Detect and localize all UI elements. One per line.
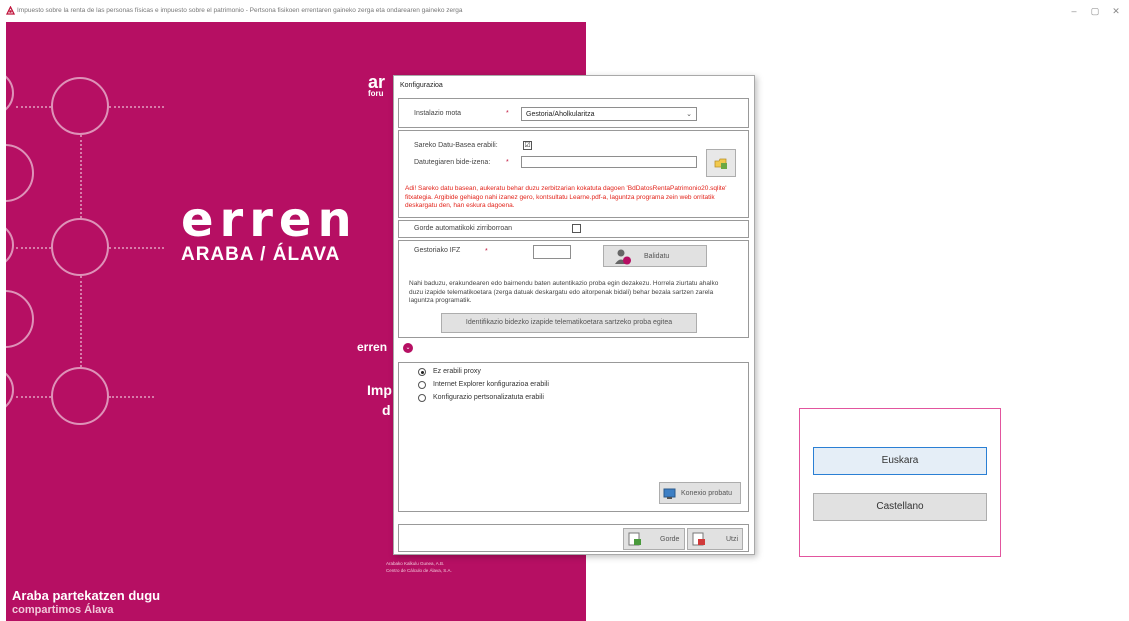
shared-db-warning: Adi! Sareko datu basean, aukeratu behar … [405,185,727,209]
logo-fragment-sub: foru [368,89,384,98]
shared-db-label: Sareko Datu-Basea erabili: [414,142,498,149]
chevron-down-icon: ⌄ [686,111,692,118]
dotted-connector [80,135,82,218]
folder-db-icon [714,158,727,169]
configuration-dialog: Konfigurazioa Instalazio mota * Gestoria… [393,75,755,555]
user-check-icon [615,249,631,265]
autosave-label: Gorde automatikoki zirriborroan [414,225,513,232]
db-path-input[interactable] [521,156,697,168]
logo-fragment: erren [357,340,388,354]
autosave-section: Gorde automatikoki zirriborroan [398,220,749,238]
credits-line: Arabako Kalkulu Gunea, A.B. [386,561,445,566]
dotted-connector [16,396,51,398]
cancel-button-label: Utzi [726,536,739,543]
test-access-button[interactable]: Identifikazio bidezko izapide telematiko… [441,313,697,333]
cancel-button[interactable]: Utzi [687,528,743,550]
dotted-connector [16,247,51,249]
autosave-checkbox[interactable] [572,224,581,233]
dotted-connector [109,106,164,108]
test-connection-label: Konexio probatu [681,490,732,497]
shared-database-section: Sareko Datu-Basea erabili: ☑ Datutegiare… [398,130,749,218]
window-titlebar: Impuesto sobre la renta de las personas … [0,0,1129,22]
install-type-label: Instalazio mota [414,110,462,117]
network-ring-graphic [6,367,14,413]
errenta-logo: erren [181,192,358,248]
gestoria-ifz-label: Gestoriako IFZ [414,247,461,254]
required-mark: * [506,159,509,166]
network-ring-graphic [51,77,109,135]
db-path-label: Datutegiaren bide-izena: [414,159,491,166]
required-mark: * [506,110,509,117]
proxy-section: Ez erabili proxy Internet Explorer konfi… [398,362,749,512]
validate-button[interactable]: Balidatu [603,245,707,267]
proxy-option-label: Konfigurazio pertsonalizatuta erabili [433,394,544,401]
auth-paragraph: Nahi baduzu, erakundearen edo bairnendu … [409,280,719,304]
maximize-button[interactable]: ▢ [1085,4,1105,18]
dotted-connector [16,106,51,108]
required-mark: * [485,248,488,255]
minimize-button[interactable]: – [1064,4,1084,18]
language-panel: Euskara Castellano [799,408,1001,557]
cancel-icon [692,532,705,546]
close-button[interactable]: ✕ [1106,4,1126,18]
chevron-down-icon[interactable]: ⌄ [403,343,413,353]
network-ring-graphic [51,367,109,425]
network-ring-graphic [6,70,14,116]
save-icon [628,532,641,546]
tagline-spanish: compartimos Álava [12,604,114,616]
proxy-option-label: Internet Explorer konfigurazioa erabili [433,381,549,388]
shared-db-checkbox[interactable]: ☑ [523,141,532,150]
app-logo-icon [6,6,15,15]
install-type-value: Gestoria/Aholkularitza [526,111,595,118]
proxy-radio-ie[interactable] [418,381,426,389]
proxy-option-label: Ez erabili proxy [433,368,481,375]
network-ring-graphic [6,290,34,348]
validate-button-label: Balidatu [644,253,670,260]
region-label: ARABA / ÁLAVA [181,244,341,265]
save-button-label: Gorde [660,536,680,543]
heading-fragment: Imp [367,382,392,398]
install-type-select[interactable]: Gestoria/Aholkularitza ⌄ [521,107,697,121]
save-button[interactable]: Gorde [623,528,685,550]
dotted-connector [109,247,164,249]
test-connection-button[interactable]: Konexio probatu [659,482,741,504]
network-computer-icon [663,488,676,499]
dotted-connector [109,396,154,398]
install-type-section: Instalazio mota * Gestoria/Aholkularitza… [398,98,749,128]
euskara-button[interactable]: Euskara [813,447,987,475]
dotted-connector [80,276,82,367]
gestoria-ifz-input[interactable] [533,245,571,259]
browse-folder-button[interactable] [706,149,736,177]
credits-line: Centro de Cálculo de Álava, S.A. [386,568,452,573]
network-ring-graphic [6,222,14,268]
dialog-title: Konfigurazioa [400,82,443,89]
castellano-button[interactable]: Castellano [813,493,987,521]
proxy-radio-custom[interactable] [418,394,426,402]
network-ring-graphic [6,144,34,202]
dialog-footer: Gorde Utzi [398,524,749,552]
proxy-radio-none[interactable] [418,368,426,376]
tagline-basque: Araba partekatzen dugu [12,588,161,603]
credits-text: Arabako Kalkulu Gunea, A.B. Centro de Cá… [386,560,452,574]
network-ring-graphic [51,218,109,276]
heading-fragment: d [382,402,391,418]
window-title: Impuesto sobre la renta de las personas … [17,7,463,14]
